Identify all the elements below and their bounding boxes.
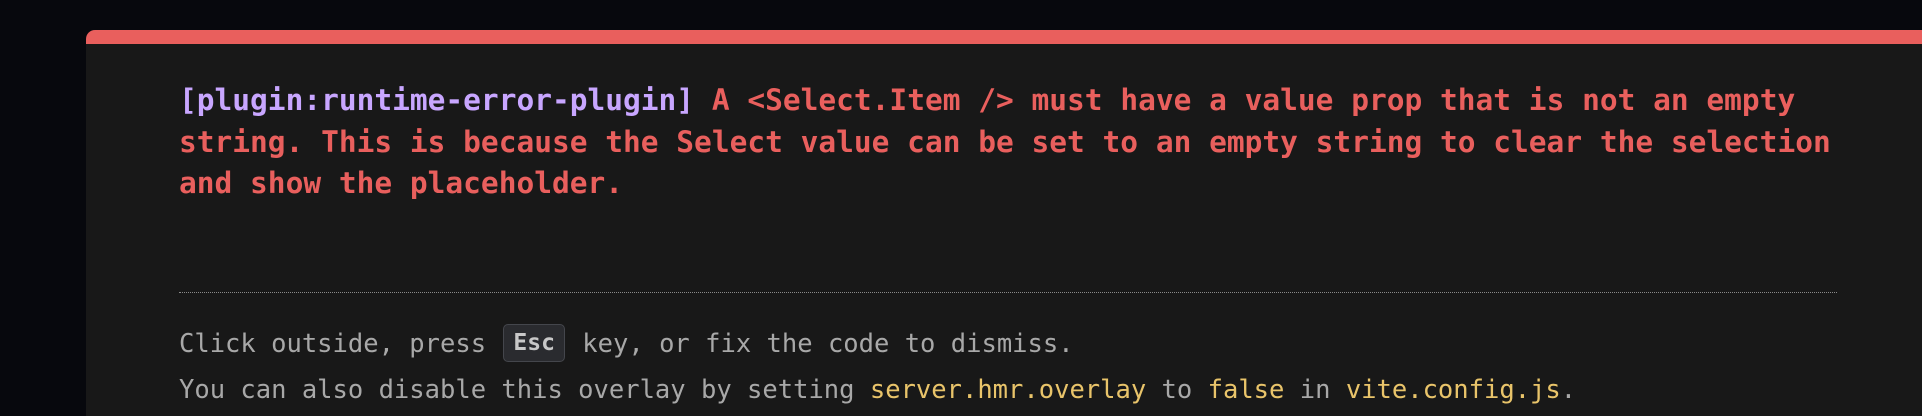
esc-key-badge: Esc: [503, 324, 565, 362]
tip-text-before: Click outside, press: [179, 329, 502, 359]
error-message: [plugin:runtime-error-plugin] A <Select.…: [179, 80, 1859, 205]
tip2-text-4: .: [1560, 375, 1577, 405]
config-key-code: server.hmr.overlay: [869, 375, 1147, 405]
config-file-code: vite.config.js: [1345, 375, 1561, 405]
false-value-code: false: [1207, 375, 1285, 405]
overlay-disable-tip: You can also disable this overlay by set…: [179, 373, 1576, 407]
divider: [179, 292, 1837, 293]
tip-text-after: key, or fix the code to dismiss.: [566, 329, 1074, 359]
tip2-text-1: You can also disable this overlay by set…: [179, 375, 870, 405]
tip2-text-2: to: [1146, 375, 1208, 405]
plugin-label: [plugin:runtime-error-plugin]: [179, 83, 695, 117]
dismiss-tip: Click outside, press Esc key, or fix the…: [179, 324, 1074, 364]
tip2-text-3: in: [1284, 375, 1346, 405]
error-overlay-window: [plugin:runtime-error-plugin] A <Select.…: [86, 30, 1922, 416]
